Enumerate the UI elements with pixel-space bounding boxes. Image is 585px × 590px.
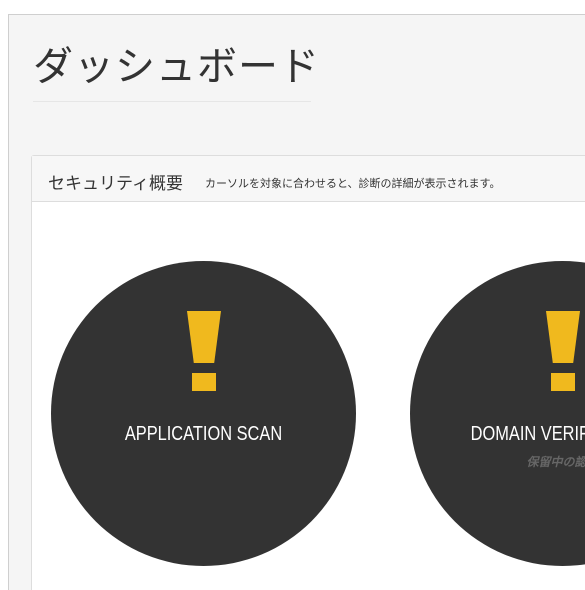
security-overview-panel: セキュリティ概要 カーソルを対象に合わせると、診断の詳細が表示されます。 APP…: [31, 155, 585, 590]
domain-verification-status: 保留中の認証: [526, 455, 585, 469]
title-divider: [33, 101, 311, 102]
application-scan-label: APPLICATION SCAN: [124, 423, 283, 445]
page-title: ダッシュボード: [33, 44, 320, 90]
exclamation-icon: [187, 311, 221, 391]
application-scan-card[interactable]: APPLICATION SCAN: [51, 261, 356, 566]
panel-header: セキュリティ概要 カーソルを対象に合わせると、診断の詳細が表示されます。: [32, 156, 585, 202]
panel-title: セキュリティ概要: [48, 174, 183, 194]
exclamation-bar: [546, 311, 580, 363]
app-frame: ダッシュボード セキュリティ概要 カーソルを対象に合わせると、診断の詳細が表示さ…: [0, 0, 585, 590]
domain-verification-card[interactable]: DOMAIN VERIFICATION 保留中の認証: [410, 261, 585, 566]
domain-verification-label: DOMAIN VERIFICATION: [470, 423, 585, 445]
panel-hint: カーソルを対象に合わせると、診断の詳細が表示されます。: [205, 177, 501, 190]
exclamation-dot: [551, 373, 575, 391]
exclamation-bar: [187, 311, 221, 363]
exclamation-dot: [192, 373, 216, 391]
main-content: ダッシュボード セキュリティ概要 カーソルを対象に合わせると、診断の詳細が表示さ…: [8, 14, 585, 590]
exclamation-icon: [546, 311, 580, 391]
